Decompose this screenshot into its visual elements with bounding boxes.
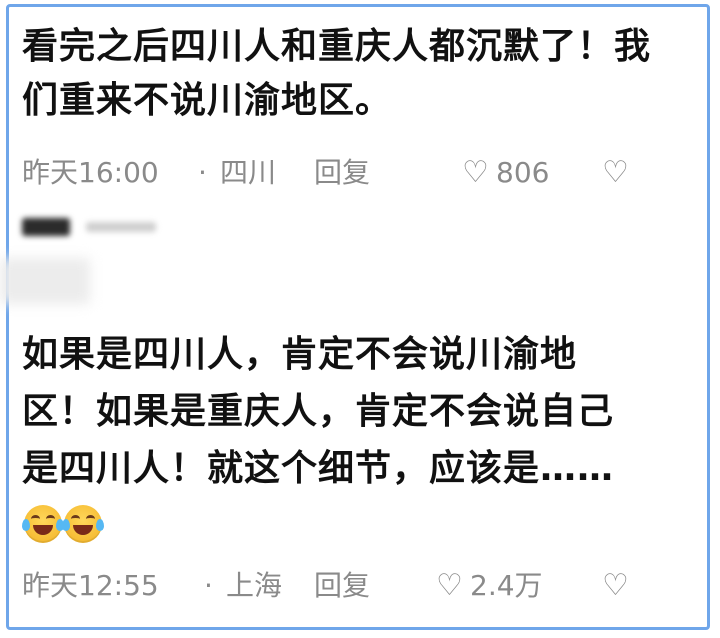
comment-1-like-count: 806 [496, 156, 550, 189]
broken-heart-icon[interactable]: ♡ [602, 153, 629, 193]
comment-1-location: 四川 [220, 156, 277, 189]
comment-2-body: 如果是四川人，肯定不会说川渝地区！如果是重庆人，肯定不会说自己是四川人！就这个细… [22, 334, 615, 489]
comment-2-time: 昨天12:55 [22, 569, 159, 602]
blurred-user-info [86, 222, 156, 232]
comment-1-reply-button[interactable]: 回复 [314, 153, 370, 193]
blurred-avatar-name [22, 218, 70, 236]
meta-separator: · [198, 156, 207, 189]
heart-icon[interactable]: ♡ [436, 566, 463, 606]
comment-2-location: 上海 [226, 569, 283, 602]
comment-2-reply-button[interactable]: 回复 [314, 566, 370, 606]
comment-1-meta: 昨天16:00 · 四川 回复 ♡ 806 ♡ [22, 153, 652, 193]
comment-2-like-count: 2.4万 [470, 569, 543, 602]
comment-1-text: 看完之后四川人和重庆人都沉默了！我们重来不说川渝地区。 [22, 26, 652, 121]
meta-separator: · [204, 569, 213, 602]
comment-1-time: 昨天16:00 [22, 156, 159, 189]
blurred-username [22, 216, 162, 240]
blurred-area [0, 258, 90, 304]
comment-2-meta: 昨天12:55 · 上海 回复 ♡ 2.4万 ♡ [22, 566, 652, 606]
heart-icon[interactable]: ♡ [462, 153, 489, 193]
broken-heart-icon[interactable]: ♡ [602, 566, 629, 606]
laughing-crying-emoji-icon [22, 505, 64, 543]
comment-2-text: 如果是四川人，肯定不会说川渝地区！如果是重庆人，肯定不会说自己是四川人！就这个细… [22, 326, 642, 554]
laughing-crying-emoji-icon [62, 505, 104, 543]
